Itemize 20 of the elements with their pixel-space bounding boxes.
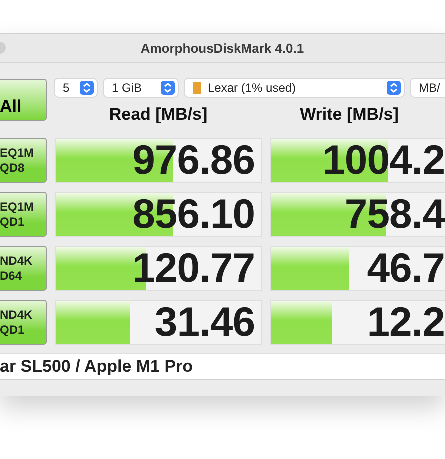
- result-value: 46.7: [367, 247, 445, 290]
- column-header: Read [MB/s]: [108, 104, 209, 126]
- select-field[interactable]: Lexar (1% used): [185, 79, 404, 97]
- drive-icon: [193, 82, 201, 94]
- stepper-icon: [387, 81, 401, 95]
- test-button[interactable]: ND4K D64: [0, 246, 47, 291]
- column-header: Write [MB/s]: [299, 104, 400, 126]
- test-button[interactable]: ND4K QD1: [0, 300, 47, 345]
- select-field[interactable]: 5: [55, 79, 97, 97]
- all-button[interactable]: All: [0, 79, 47, 121]
- select-field[interactable]: 1 GiB: [104, 79, 178, 97]
- stepper-icon: [161, 81, 175, 95]
- stepper-icon: [80, 81, 94, 95]
- select-field[interactable]: MB/: [411, 79, 445, 97]
- window-title: AmorphousDiskMark 4.0.1: [140, 40, 304, 56]
- test-button[interactable]: EQ1M QD1: [0, 192, 47, 237]
- comment-field[interactable]: ar SL500 / Apple M1 Pro: [0, 353, 445, 380]
- result-value: 31.46: [154, 301, 256, 344]
- result-value: 12.2: [367, 301, 445, 344]
- test-button[interactable]: EQ1M QD8: [0, 138, 47, 183]
